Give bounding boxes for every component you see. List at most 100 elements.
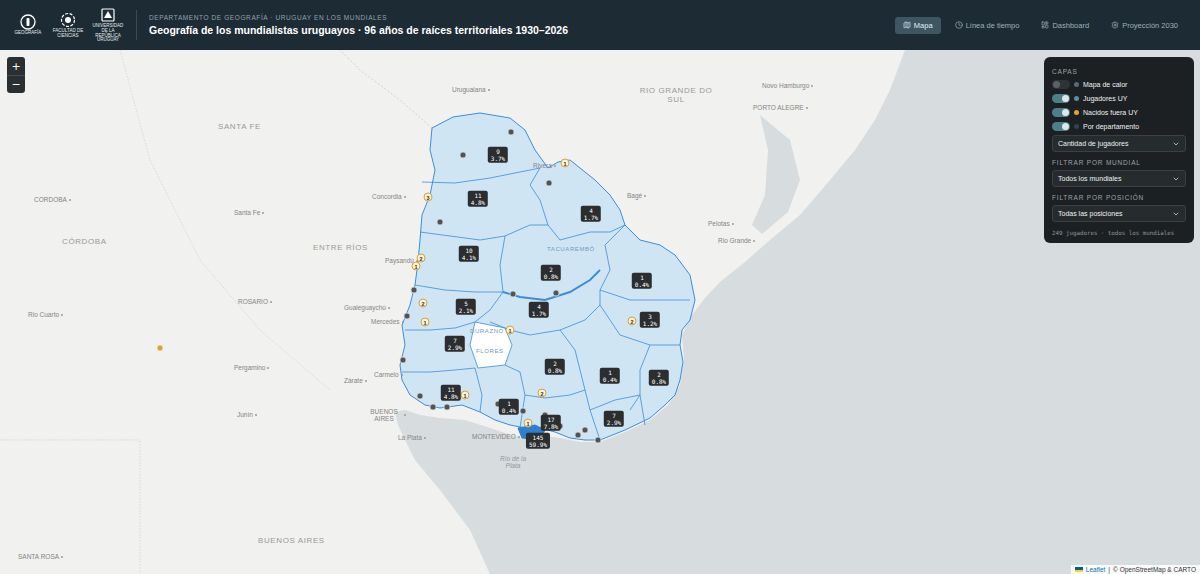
logo: GEOGRAFÍA (12, 14, 44, 36)
abroad-marker[interactable]: 1 (524, 419, 533, 428)
department-badge[interactable]: 177.8% (541, 415, 561, 431)
abroad-marker[interactable]: 2 (538, 389, 547, 398)
place-label: Pergamino (234, 364, 269, 371)
place-label: CÓRDOBA (62, 237, 107, 246)
layer-toggle[interactable] (1052, 108, 1070, 117)
place-label: Novo Hamburgo (762, 82, 813, 89)
layer-toggle[interactable] (1052, 94, 1070, 103)
city-dot (806, 107, 808, 109)
player-marker[interactable] (575, 432, 582, 439)
player-marker[interactable] (520, 408, 527, 415)
place-label: Mercedes (371, 318, 404, 325)
layer-dot (1074, 110, 1079, 115)
logo: FACULTAD DE CIENCIAS (52, 12, 84, 38)
city-dot (402, 321, 404, 323)
layer-toggle[interactable] (1052, 122, 1070, 131)
layer-toggle[interactable] (1052, 80, 1070, 89)
city-dot (267, 367, 269, 369)
layer-row[interactable]: Nacidos fuera UY (1052, 107, 1186, 117)
player-marker[interactable] (508, 129, 515, 136)
place-label: DURAZNO (470, 328, 504, 335)
department-badge[interactable]: 93.7% (488, 147, 508, 163)
department-badge[interactable]: 20.8% (545, 359, 565, 375)
metric-select[interactable]: Cantidad de jugadores (1052, 135, 1186, 152)
player-marker[interactable] (546, 180, 553, 187)
place-label: Santa Fe (234, 209, 264, 216)
place-label: Gualeguaychú (344, 304, 390, 311)
leaflet-link[interactable]: Leaflet (1086, 566, 1106, 573)
place-label: BUENOS AIRES (258, 536, 325, 545)
zoom-out-button[interactable]: − (7, 75, 25, 93)
place-label: Carmelo (374, 371, 403, 378)
layer-label: Nacidos fuera UY (1083, 109, 1138, 116)
place-label: Rio Grande (718, 237, 755, 244)
department-badge[interactable]: 10.4% (499, 399, 519, 415)
player-marker[interactable] (411, 287, 418, 294)
player-marker[interactable] (553, 290, 560, 297)
player-marker[interactable] (430, 404, 437, 411)
layer-dot (1074, 96, 1079, 101)
department-badge[interactable]: 52.1% (456, 299, 476, 315)
zoom-in-button[interactable]: + (7, 57, 25, 75)
layer-panel: CAPAS Mapa de calor Jugadores UY Nacidos fu… (1044, 57, 1194, 243)
department-badge[interactable]: 10.4% (600, 368, 620, 384)
abroad-marker[interactable]: 1 (412, 262, 421, 271)
department-badge[interactable]: 72.9% (445, 336, 465, 352)
player-marker[interactable] (417, 393, 424, 400)
department-badge[interactable]: 104.1% (459, 246, 479, 262)
filter-label: FILTRAR POR POSICIÓN (1052, 194, 1186, 201)
place-label: Concordia (372, 193, 406, 200)
player-marker[interactable] (437, 219, 444, 226)
player-marker[interactable] (404, 313, 411, 320)
place-label: MONTEVIDEO (472, 433, 520, 440)
department-badge[interactable]: 114.8% (468, 191, 488, 207)
nav-tab[interactable]: Mapa (895, 17, 941, 34)
abroad-marker[interactable]: 1 (561, 159, 570, 168)
player-marker[interactable] (460, 152, 467, 159)
department-badge[interactable]: 10.4% (632, 273, 652, 289)
layer-row[interactable]: Mapa de calor (1052, 79, 1186, 89)
city-dot (753, 240, 755, 242)
layer-row[interactable]: Jugadores UY (1052, 93, 1186, 103)
map[interactable]: SANTA FE Santa Fe CORDOBA CÓRDOBA ENTRE RÍOS… (0, 50, 1200, 574)
department-badge[interactable]: 41.7% (581, 206, 601, 222)
department-badge[interactable]: 20.8% (649, 370, 669, 386)
layer-row[interactable]: Por departamento (1052, 121, 1186, 131)
abroad-player-marker[interactable] (157, 345, 164, 352)
nav-tab[interactable]: Línea de tiempo (947, 17, 1028, 34)
emblem-icon (20, 14, 36, 30)
place-label: BUENOS AIRES (366, 408, 406, 423)
app: GEOGRAFÍAFACULTAD DE CIENCIASUNIVERSIDAD… (0, 0, 1200, 574)
player-marker[interactable] (444, 404, 451, 411)
emblem-icon (60, 12, 76, 28)
department-badge[interactable]: 14559.9% (526, 433, 550, 449)
city-dot (262, 212, 264, 214)
abroad-marker[interactable]: 3 (424, 193, 433, 202)
player-marker[interactable] (400, 357, 407, 364)
nav-tab[interactable]: Dashboard (1033, 17, 1097, 34)
player-marker[interactable] (510, 291, 517, 298)
city-dot (488, 89, 490, 91)
department-badge[interactable]: 31.2% (640, 312, 660, 328)
section-title: CAPAS (1052, 68, 1186, 75)
abroad-marker[interactable]: 2 (419, 299, 428, 308)
player-marker[interactable] (582, 427, 589, 434)
place-label: SANTA FE (218, 122, 261, 131)
abroad-marker[interactable]: 1 (421, 318, 430, 327)
place-label: ENTRE RÍOS (313, 243, 368, 252)
department-badge[interactable]: 20.8% (541, 265, 561, 281)
filter-select[interactable]: Todos los mundiales (1052, 170, 1186, 187)
place-label: CORDOBA (34, 196, 71, 203)
place-label: Pelotas (708, 220, 734, 227)
abroad-marker[interactable]: 1 (461, 391, 470, 400)
player-marker[interactable] (595, 437, 602, 444)
department-badge[interactable]: 41.7% (529, 302, 549, 318)
city-dot (811, 85, 813, 87)
abroad-marker[interactable]: 1 (506, 326, 515, 335)
department-badge[interactable]: 72.9% (604, 411, 624, 427)
nav-tab[interactable]: Proyección 2030 (1103, 17, 1186, 34)
attribution: Leaflet|© OpenStreetMap & CARTO (1071, 565, 1200, 574)
department-badge[interactable]: 114.8% (441, 385, 461, 401)
filter-select[interactable]: Todas las posiciones (1052, 205, 1186, 222)
abroad-marker[interactable]: 2 (628, 317, 637, 326)
